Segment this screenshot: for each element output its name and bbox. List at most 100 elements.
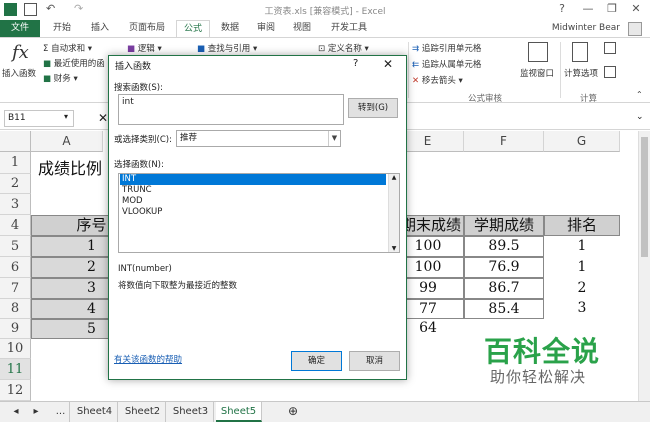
remove-arrows-button[interactable]: ✕ 移去箭头 ▾ <box>412 74 463 86</box>
header-cell-rank[interactable]: 排名 <box>544 215 620 236</box>
row-header-selected[interactable]: 11 <box>0 359 31 380</box>
remove-arrows-label: 移去箭头 <box>421 76 456 86</box>
list-item-int[interactable]: INT <box>120 174 386 185</box>
sheet-tab-sheet2[interactable]: Sheet2 <box>120 402 166 422</box>
corner-select-all[interactable] <box>0 131 31 152</box>
tab-developer[interactable]: 开发工具 <box>324 20 374 37</box>
autosum-button[interactable]: Σ 自动求和 ▾ <box>43 42 92 54</box>
calc-options-button[interactable]: 计算选项 <box>564 67 598 79</box>
term-score-cell[interactable]: 85.4 <box>464 299 544 319</box>
watermark-subtitle: 助你轻松解决 <box>490 368 587 386</box>
vertical-scrollbar[interactable] <box>638 131 650 401</box>
tab-formulas[interactable]: 公式 <box>176 20 210 37</box>
formula-cancel-icon[interactable]: ✕ <box>98 111 108 125</box>
title-bar: ↶ ↷ 工资表.xls [兼容模式] - Excel ? — ❐ ✕ <box>0 0 650 20</box>
user-name[interactable]: Midwinter Bear <box>552 23 620 33</box>
term-score-cell[interactable]: 89.5 <box>464 236 544 257</box>
scroll-up-icon[interactable]: ▲ <box>389 174 399 181</box>
dialog-close-icon[interactable]: ✕ <box>383 57 393 71</box>
list-item-mod[interactable]: MOD <box>120 196 386 207</box>
tab-data[interactable]: 数据 <box>214 20 246 37</box>
ribbon-collapse-icon[interactable]: ⌃ <box>636 90 643 99</box>
financial-button[interactable]: ■ 财务 ▾ <box>43 72 78 84</box>
logical-button[interactable]: ■ 逻辑 ▾ <box>127 42 162 54</box>
function-list[interactable]: INT TRUNC MOD VLOOKUP ▲ ▼ <box>118 173 400 253</box>
trace-precedents-button[interactable]: ⇉ 追踪引用单元格 <box>412 42 481 54</box>
category-select[interactable]: 推荐 ▼ <box>176 130 341 147</box>
sheet-prev-icon[interactable]: ◂ <box>8 402 24 422</box>
function-help-link[interactable]: 有关该函数的帮助 <box>114 353 182 365</box>
row-header[interactable]: 7 <box>0 278 31 299</box>
chevron-down-icon[interactable]: ▼ <box>328 131 340 146</box>
lookup-button[interactable]: ■ 查找与引用 ▾ <box>197 42 257 54</box>
row-header[interactable]: 2 <box>0 174 31 194</box>
term-score-cell[interactable]: 86.7 <box>464 278 544 299</box>
define-name-button[interactable]: ⊡ 定义名称 ▾ <box>318 42 369 54</box>
column-header-a[interactable]: A <box>31 131 103 152</box>
restore-button[interactable]: ❐ <box>604 2 620 16</box>
scroll-thumb[interactable] <box>641 137 648 257</box>
scroll-down-icon[interactable]: ▼ <box>389 245 399 252</box>
tab-insert[interactable]: 插入 <box>84 20 116 37</box>
row-header[interactable]: 5 <box>0 236 31 257</box>
recent-functions-button[interactable]: ■ 最近使用的函 <box>43 57 105 69</box>
sheet-next-icon[interactable]: ▸ <box>28 402 44 422</box>
financial-label: 财务 <box>53 74 71 84</box>
sheet-tab-sheet3[interactable]: Sheet3 <box>168 402 214 422</box>
watch-window-button[interactable]: 监视窗口 <box>520 67 554 79</box>
row-header[interactable]: 8 <box>0 299 31 319</box>
row-header[interactable]: 6 <box>0 257 31 278</box>
column-header-f[interactable]: F <box>464 131 544 152</box>
tab-view[interactable]: 视图 <box>286 20 318 37</box>
rank-cell[interactable]: 2 <box>544 280 620 296</box>
list-item-trunc[interactable]: TRUNC <box>120 185 386 196</box>
category-value: 推荐 <box>180 133 198 143</box>
rank-cell[interactable]: 1 <box>544 238 620 254</box>
column-header-g[interactable]: G <box>544 131 620 152</box>
sheet-tab-sheet4[interactable]: Sheet4 <box>72 402 118 422</box>
trace-dependents-label: 追踪从属单元格 <box>421 60 482 70</box>
dialog-help-icon[interactable]: ? <box>353 58 358 69</box>
row-header[interactable]: 9 <box>0 319 31 339</box>
name-box-dropdown-icon[interactable]: ▾ <box>64 112 68 121</box>
row-header[interactable]: 3 <box>0 194 31 215</box>
tab-page-layout[interactable]: 页面布局 <box>122 20 172 37</box>
trace-dependents-button[interactable]: ⇇ 追踪从属单元格 <box>412 58 481 70</box>
sheet-more[interactable]: ... <box>52 402 70 422</box>
function-fx-icon: fx <box>12 42 29 63</box>
rank-cell[interactable]: 3 <box>544 300 620 316</box>
function-list-scrollbar[interactable]: ▲ ▼ <box>388 174 399 252</box>
tab-file[interactable]: 文件 <box>0 20 40 37</box>
term-score-cell[interactable]: 76.9 <box>464 257 544 278</box>
sheet-tab-sheet5[interactable]: Sheet5 <box>216 402 262 422</box>
ok-button[interactable]: 确定 <box>291 351 342 371</box>
insert-function-dialog: 插入函数 ? ✕ 搜索函数(S): int 转到(G) 或选择类别(C): 推荐… <box>108 55 407 380</box>
minimize-button[interactable]: — <box>580 2 596 16</box>
close-button[interactable]: ✕ <box>628 2 644 16</box>
rank-cell[interactable]: 1 <box>544 259 620 275</box>
formula-expand-icon[interactable]: ⌄ <box>636 112 644 122</box>
row-header[interactable]: 4 <box>0 215 31 236</box>
trace-precedents-icon: ⇉ <box>412 44 422 54</box>
goto-button[interactable]: 转到(G) <box>348 98 398 118</box>
calc-sheet-icon[interactable] <box>604 66 616 78</box>
recent-label: 最近使用的函 <box>53 59 105 69</box>
insert-function-button[interactable]: 插入函数 <box>2 67 36 79</box>
calc-now-icon[interactable] <box>604 42 616 54</box>
row-header[interactable]: 10 <box>0 339 31 359</box>
row-header[interactable]: 1 <box>0 152 31 174</box>
autosum-label: 自动求和 <box>51 44 86 54</box>
function-signature: INT(number) <box>118 264 172 274</box>
header-cell-term[interactable]: 学期成绩 <box>464 215 544 236</box>
search-input[interactable]: int <box>118 94 344 125</box>
tab-home[interactable]: 开始 <box>46 20 78 37</box>
tab-review[interactable]: 审阅 <box>250 20 282 37</box>
row-header[interactable]: 12 <box>0 380 31 401</box>
list-item-vlookup[interactable]: VLOOKUP <box>120 207 386 218</box>
watch-window-icon <box>528 42 548 62</box>
sheet-title-cell[interactable]: 成绩比例 <box>38 155 102 179</box>
help-icon[interactable]: ? <box>554 2 570 16</box>
cancel-button[interactable]: 取消 <box>349 351 400 371</box>
avatar[interactable] <box>628 22 642 36</box>
add-sheet-icon[interactable]: ⊕ <box>284 402 302 422</box>
